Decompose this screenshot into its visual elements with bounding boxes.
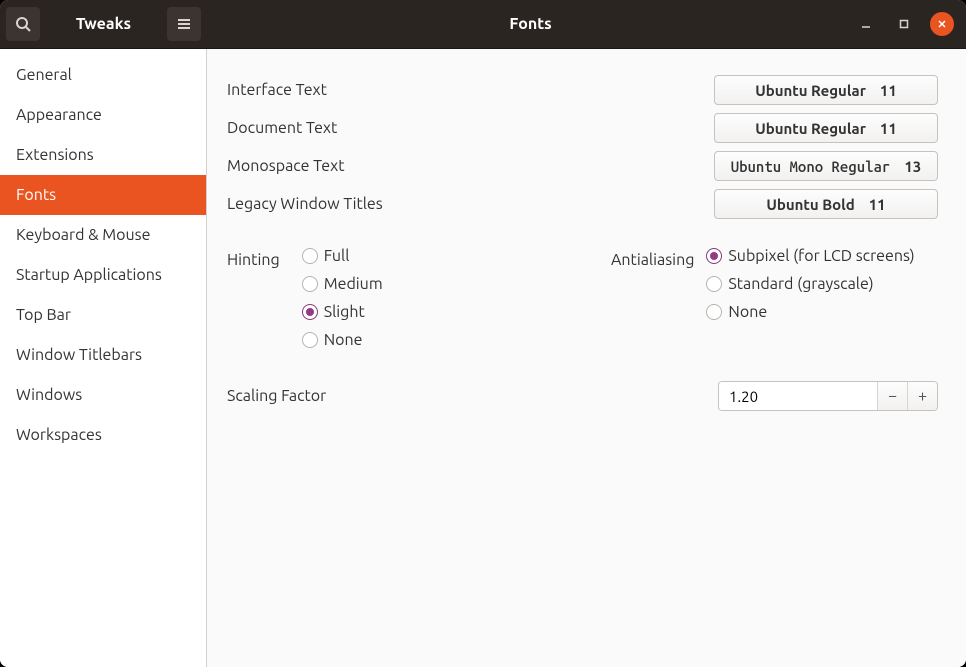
scaling-increment[interactable]: + (907, 382, 937, 410)
font-size: 11 (880, 120, 897, 137)
titlebar: Tweaks Fonts (0, 0, 966, 48)
radio-indicator (706, 248, 722, 264)
sidebar-item-top-bar[interactable]: Top Bar (0, 295, 206, 335)
font-name: Ubuntu Regular (755, 82, 866, 99)
maximize-button[interactable] (892, 12, 916, 36)
scaling-row: Scaling Factor − + (227, 381, 938, 411)
radio-label: Standard (grayscale) (728, 275, 873, 293)
font-row: Legacy Window Titles Ubuntu Bold 11 (227, 189, 938, 219)
scaling-label: Scaling Factor (227, 387, 326, 405)
sidebar-item-fonts[interactable]: Fonts (0, 175, 206, 215)
antialiasing-option[interactable]: Standard (grayscale) (706, 275, 914, 293)
radio-indicator (706, 304, 722, 320)
font-row-label: Interface Text (227, 81, 327, 99)
sidebar-item-workspaces[interactable]: Workspaces (0, 415, 206, 455)
radio-indicator (706, 276, 722, 292)
sidebar-item-keyboard-mouse[interactable]: Keyboard & Mouse (0, 215, 206, 255)
font-row-label: Document Text (227, 119, 337, 137)
font-row: Document Text Ubuntu Regular 11 (227, 113, 938, 143)
font-name: Ubuntu Regular (755, 120, 866, 137)
close-icon (937, 19, 947, 29)
antialiasing-option[interactable]: None (706, 303, 914, 321)
hinting-option[interactable]: Slight (302, 303, 383, 321)
titlebar-left: Tweaks (0, 0, 207, 48)
app-title: Tweaks (46, 15, 161, 33)
radio-label: None (728, 303, 767, 321)
scaling-decrement[interactable]: − (877, 382, 907, 410)
font-row: Interface Text Ubuntu Regular 11 (227, 75, 938, 105)
scaling-input[interactable] (719, 382, 877, 410)
hinting-option[interactable]: Medium (302, 275, 383, 293)
antialiasing-option[interactable]: Subpixel (for LCD screens) (706, 247, 914, 265)
page-title: Fonts (207, 15, 854, 33)
radio-indicator (302, 248, 318, 264)
sidebar-item-window-titlebars[interactable]: Window Titlebars (0, 335, 206, 375)
sidebar-item-extensions[interactable]: Extensions (0, 135, 206, 175)
sidebar-item-startup-applications[interactable]: Startup Applications (0, 255, 206, 295)
font-settings: Interface TextUbuntu Regular11Document T… (227, 75, 938, 219)
hinting-label: Hinting (227, 247, 280, 349)
hinting-group: Hinting Full Medium Slight None (227, 247, 587, 349)
antialiasing-group: Antialiasing Subpixel (for LCD screens)S… (611, 247, 938, 349)
window-controls (854, 12, 966, 36)
radio-label: None (324, 331, 363, 349)
radio-label: Medium (324, 275, 383, 293)
menu-button[interactable] (167, 7, 201, 41)
radio-label: Slight (324, 303, 365, 321)
close-button[interactable] (930, 12, 954, 36)
hamburger-icon (176, 16, 192, 32)
antialiasing-options: Subpixel (for LCD screens) Standard (gray… (706, 247, 914, 349)
font-picker-button[interactable]: Ubuntu Bold 11 (714, 189, 938, 219)
font-row: Monospace Text Ubuntu Mono Regular 13 (227, 151, 938, 181)
radio-indicator (302, 304, 318, 320)
minimize-icon (861, 19, 871, 29)
scaling-spinbutton: − + (718, 381, 938, 411)
radio-label: Full (324, 247, 350, 265)
window-body: GeneralAppearanceExtensionsFontsKeyboard… (0, 48, 966, 667)
font-row-label: Legacy Window Titles (227, 195, 383, 213)
content-area: Interface TextUbuntu Regular11Document T… (207, 49, 966, 667)
font-size: 13 (904, 158, 921, 175)
font-size: 11 (880, 82, 897, 99)
hinting-option[interactable]: Full (302, 247, 383, 265)
font-picker-button[interactable]: Ubuntu Regular 11 (714, 75, 938, 105)
font-picker-button[interactable]: Ubuntu Regular 11 (714, 113, 938, 143)
sidebar-item-general[interactable]: General (0, 55, 206, 95)
sidebar-item-windows[interactable]: Windows (0, 375, 206, 415)
font-name: Ubuntu Mono Regular (731, 158, 891, 175)
font-name: Ubuntu Bold (766, 196, 854, 213)
antialiasing-label: Antialiasing (611, 247, 694, 349)
radio-label: Subpixel (for LCD screens) (728, 247, 914, 265)
radio-indicator (302, 276, 318, 292)
font-row-label: Monospace Text (227, 157, 345, 175)
hinting-options: Full Medium Slight None (302, 247, 383, 349)
sidebar-item-appearance[interactable]: Appearance (0, 95, 206, 135)
font-picker-button[interactable]: Ubuntu Mono Regular 13 (714, 151, 938, 181)
font-size: 11 (869, 196, 886, 213)
maximize-icon (899, 19, 909, 29)
rendering-settings: Hinting Full Medium Slight None Antialiasin… (227, 247, 938, 349)
search-icon (15, 16, 31, 32)
app-window: Tweaks Fonts GeneralAppearanceExtensions… (0, 0, 966, 667)
hinting-option[interactable]: None (302, 331, 383, 349)
radio-indicator (302, 332, 318, 348)
search-button[interactable] (6, 7, 40, 41)
sidebar: GeneralAppearanceExtensionsFontsKeyboard… (0, 49, 207, 667)
minimize-button[interactable] (854, 12, 878, 36)
